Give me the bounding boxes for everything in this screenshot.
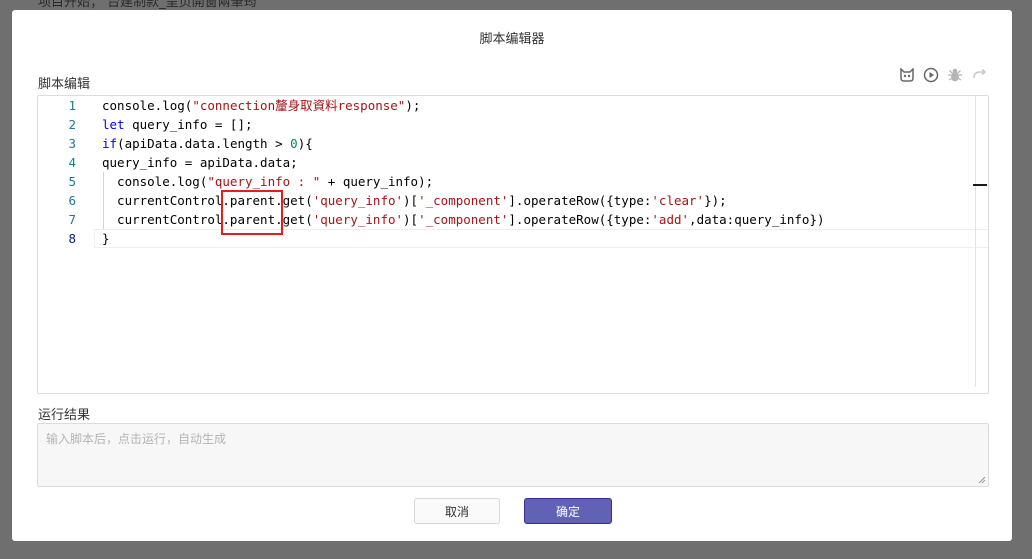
result-output[interactable] <box>37 423 989 487</box>
line-number: 5 <box>68 174 76 189</box>
background-text: 项目开始； 台建制款_呈页開窗兩筆筠 <box>38 0 257 10</box>
cat-face-icon[interactable] <box>898 67 916 83</box>
line-number-current: 8 <box>68 231 76 246</box>
ok-button[interactable]: 确定 <box>524 498 612 524</box>
code-line[interactable]: query_info = apiData.data; <box>102 153 298 172</box>
code-line[interactable]: } <box>102 229 110 248</box>
code-line[interactable]: console.log("query_info : " + query_info… <box>102 172 433 191</box>
editor-toolbar <box>898 67 988 83</box>
resize-grip-icon[interactable] <box>978 476 986 484</box>
redo-icon[interactable] <box>970 67 988 83</box>
play-circle-icon[interactable] <box>922 67 940 83</box>
line-number: 1 <box>68 98 76 113</box>
result-textarea[interactable] <box>38 424 988 486</box>
result-section-label: 运行结果 <box>38 408 91 423</box>
code-line[interactable]: currentControl.parent.get('query_info')[… <box>102 210 824 229</box>
editor-scrollbar[interactable] <box>975 96 976 387</box>
dialog-title: 脚本编辑器 <box>479 32 545 47</box>
code-line[interactable]: let query_info = []; <box>102 115 253 134</box>
cursor-overview-marker <box>973 184 987 186</box>
script-editor-dialog: 脚本编辑器 脚本编辑 1 2 3 4 5 6 7 8 console.log("… <box>12 10 1012 541</box>
line-number-gutter: 1 2 3 4 5 6 7 8 <box>38 96 90 393</box>
annotation-highlight-box <box>221 190 283 235</box>
cancel-button[interactable]: 取消 <box>414 498 500 524</box>
line-number: 4 <box>68 155 76 170</box>
editor-section-label: 脚本编辑 <box>38 77 91 92</box>
bug-icon[interactable] <box>946 67 964 83</box>
code-line[interactable]: if(apiData.data.length > 0){ <box>102 134 313 153</box>
code-line[interactable]: console.log("connection釐身取資料response"); <box>102 96 420 115</box>
line-number: 6 <box>68 193 76 208</box>
line-number: 3 <box>68 136 76 151</box>
line-number: 7 <box>68 212 76 227</box>
code-line[interactable]: currentControl.parent.get('query_info')[… <box>102 191 727 210</box>
line-number: 2 <box>68 117 76 132</box>
code-editor[interactable]: 1 2 3 4 5 6 7 8 console.log("connection釐… <box>37 95 989 394</box>
